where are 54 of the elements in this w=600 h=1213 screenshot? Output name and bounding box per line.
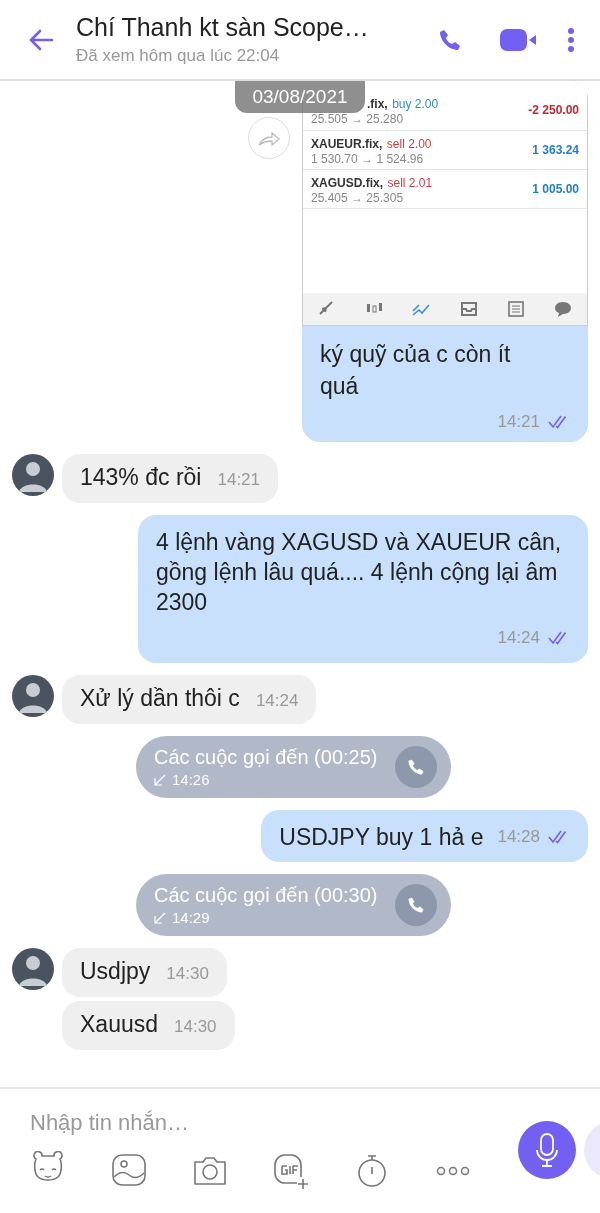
- trade-side: buy 2.00: [392, 97, 439, 111]
- inbox-icon: [458, 299, 479, 319]
- voice-button[interactable]: [518, 1121, 576, 1179]
- phone-icon: [407, 758, 426, 776]
- avatar[interactable]: [12, 675, 54, 717]
- video-call-icon[interactable]: [500, 28, 536, 51]
- message-text: USDJPY buy 1 hả e: [279, 823, 484, 852]
- incoming-arrow-icon: [154, 773, 166, 786]
- call-time: 14:26: [172, 771, 210, 788]
- trade-symbol: XAGUSD.fix,: [311, 176, 383, 190]
- more-icon[interactable]: [568, 27, 574, 52]
- trade-profit: 1 005.00: [532, 182, 579, 196]
- message-text: 4 lệnh vàng XAGUSD và XAUEUR cân, gồng lệnh lâu quá.... 4 lệnh cộng lại âm 2300: [156, 528, 563, 617]
- message-text: Xauusd: [80, 1010, 158, 1039]
- microphone-icon: [534, 1132, 560, 1168]
- call-back-button[interactable]: [395, 884, 438, 926]
- call-label: Các cuộc gọi đến (00:25): [154, 746, 378, 769]
- trade-profit: 1 363.24: [532, 143, 579, 157]
- incoming-arrow-icon: [154, 911, 166, 924]
- trade-prices: 25.505 → 25.280: [311, 112, 405, 126]
- message-time: 14:21: [217, 469, 260, 491]
- trade-profit: -2 250.00: [528, 103, 579, 117]
- message-text: 143% đc rồi: [80, 463, 202, 492]
- call-time: 14:29: [172, 909, 210, 926]
- phone-icon: [407, 896, 426, 914]
- chat-bubble-icon: [553, 299, 574, 319]
- message-text: ký quỹ của c còn ít quá: [319, 340, 512, 401]
- message-text: Xử lý dần thôi c: [80, 684, 240, 713]
- message-text: Usdjpy: [80, 957, 151, 986]
- last-seen-status: Đã xem hôm qua lúc 22:04: [76, 46, 281, 66]
- call-back-button[interactable]: [395, 746, 438, 788]
- date-badge: 03/08/2021: [235, 81, 365, 113]
- message-time: 14:21: [497, 412, 540, 432]
- gif-icon[interactable]: [271, 1151, 311, 1191]
- message-time: 14:28: [497, 826, 540, 848]
- avatar[interactable]: [12, 454, 54, 496]
- call-label: Các cuộc gọi đến (00:30): [154, 884, 378, 907]
- trade-symbol: .fix,: [367, 97, 388, 111]
- share-icon: [258, 130, 280, 146]
- back-icon[interactable]: [28, 28, 54, 51]
- trade-side: sell 2.00: [386, 137, 432, 151]
- newspaper-icon: [505, 299, 526, 319]
- trade-symbol: XAUEUR.fix,: [311, 137, 383, 151]
- contact-name: Chí Thanh kt sàn Scope…: [76, 13, 370, 42]
- message-time: 14:30: [166, 963, 209, 985]
- trade-prices: 1 530.70 → 1 524.96: [311, 152, 425, 166]
- message-time: 14:24: [255, 690, 299, 712]
- trade-side: sell 2.01: [387, 176, 433, 190]
- trade-prices: 25.405 → 25.305: [311, 191, 405, 205]
- avatar[interactable]: [12, 948, 54, 990]
- message-time: 14:30: [174, 1016, 217, 1038]
- message-input[interactable]: Nhập tin nhắn…: [28, 1109, 472, 1137]
- phone-icon[interactable]: [438, 27, 462, 52]
- message-time: 14:24: [497, 627, 540, 649]
